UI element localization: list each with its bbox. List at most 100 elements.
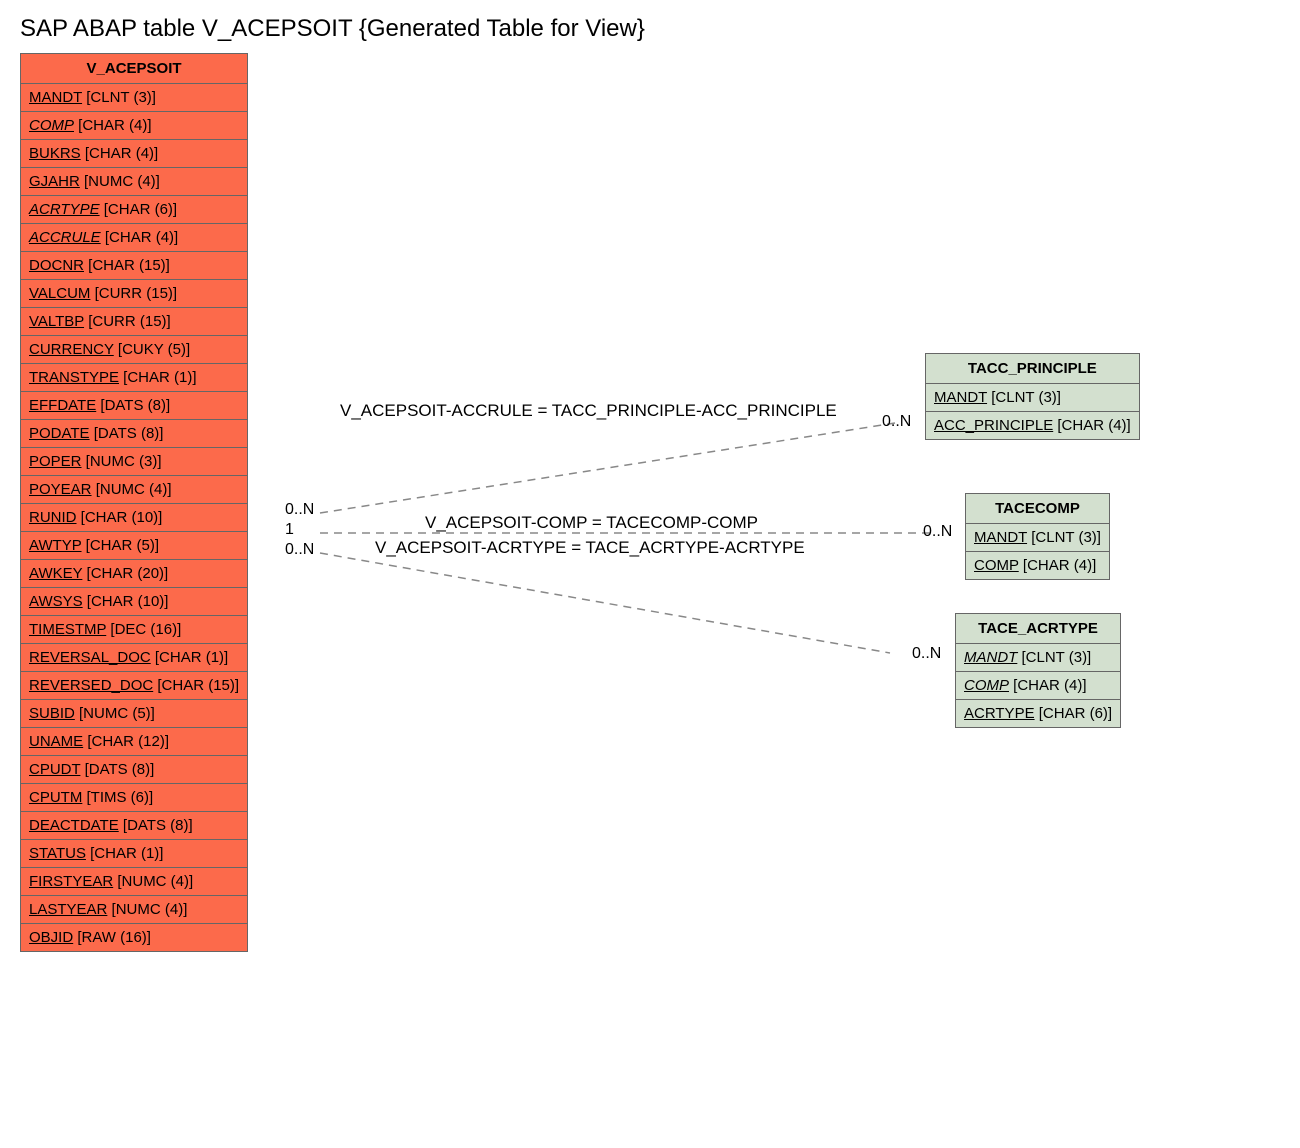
field-name: SUBID bbox=[29, 705, 75, 722]
field-row: GJAHR [NUMC (4)] bbox=[21, 168, 247, 196]
field-row: ACRTYPE [CHAR (6)] bbox=[21, 196, 247, 224]
field-type: [CLNT (3)] bbox=[1017, 649, 1091, 666]
field-type: [CHAR (4)] bbox=[81, 145, 159, 162]
cardinality-left-top: 0..N bbox=[285, 501, 314, 519]
field-type: [DATS (8)] bbox=[119, 817, 193, 834]
field-name: VALTBP bbox=[29, 313, 84, 330]
field-name: REVERSED_DOC bbox=[29, 677, 153, 694]
field-name: COMP bbox=[29, 117, 74, 134]
field-name: COMP bbox=[974, 557, 1019, 574]
field-type: [CLNT (3)] bbox=[1027, 529, 1101, 546]
entity-header: TACE_ACRTYPE bbox=[956, 614, 1120, 644]
field-name: CPUDT bbox=[29, 761, 80, 778]
page-title: SAP ABAP table V_ACEPSOIT {Generated Tab… bbox=[20, 15, 1280, 43]
field-name: AWTYP bbox=[29, 537, 82, 554]
field-type: [CLNT (3)] bbox=[82, 89, 156, 106]
field-row: POPER [NUMC (3)] bbox=[21, 448, 247, 476]
cardinality-left-mid: 1 bbox=[285, 521, 294, 539]
entity-v-acepsoit: V_ACEPSOIT MANDT [CLNT (3)]COMP [CHAR (4… bbox=[20, 53, 248, 952]
field-row: MANDT [CLNT (3)] bbox=[966, 524, 1109, 552]
field-row: DEACTDATE [DATS (8)] bbox=[21, 812, 247, 840]
field-row: SUBID [NUMC (5)] bbox=[21, 700, 247, 728]
field-type: [CHAR (1)] bbox=[151, 649, 229, 666]
entity-tace-acrtype: TACE_ACRTYPE MANDT [CLNT (3)]COMP [CHAR … bbox=[955, 613, 1121, 728]
field-row: POYEAR [NUMC (4)] bbox=[21, 476, 247, 504]
field-row: REVERSAL_DOC [CHAR (1)] bbox=[21, 644, 247, 672]
entity-header: V_ACEPSOIT bbox=[21, 54, 247, 84]
field-row: VALTBP [CURR (15)] bbox=[21, 308, 247, 336]
field-name: FIRSTYEAR bbox=[29, 873, 113, 890]
field-row: CPUDT [DATS (8)] bbox=[21, 756, 247, 784]
field-type: [CHAR (4)] bbox=[1019, 557, 1097, 574]
field-name: STATUS bbox=[29, 845, 86, 862]
field-row: AWKEY [CHAR (20)] bbox=[21, 560, 247, 588]
er-diagram: V_ACEPSOIT MANDT [CLNT (3)]COMP [CHAR (4… bbox=[20, 53, 1280, 1133]
field-name: CPUTM bbox=[29, 789, 82, 806]
entity-tacecomp: TACECOMP MANDT [CLNT (3)]COMP [CHAR (4)] bbox=[965, 493, 1110, 580]
field-name: ACC_PRINCIPLE bbox=[934, 417, 1053, 434]
field-type: [CHAR (10)] bbox=[83, 593, 169, 610]
field-type: [NUMC (5)] bbox=[75, 705, 155, 722]
field-row: VALCUM [CURR (15)] bbox=[21, 280, 247, 308]
entity-header: TACECOMP bbox=[966, 494, 1109, 524]
entity-header: TACC_PRINCIPLE bbox=[926, 354, 1139, 384]
field-type: [CHAR (12)] bbox=[83, 733, 169, 750]
field-name: PODATE bbox=[29, 425, 90, 442]
field-row: OBJID [RAW (16)] bbox=[21, 924, 247, 951]
field-name: POPER bbox=[29, 453, 82, 470]
field-name: VALCUM bbox=[29, 285, 90, 302]
field-row: ACCRULE [CHAR (4)] bbox=[21, 224, 247, 252]
field-name: CURRENCY bbox=[29, 341, 114, 358]
field-type: [CLNT (3)] bbox=[987, 389, 1061, 406]
field-name: DOCNR bbox=[29, 257, 84, 274]
field-name: AWSYS bbox=[29, 593, 83, 610]
field-name: DEACTDATE bbox=[29, 817, 119, 834]
field-type: [CHAR (6)] bbox=[100, 201, 178, 218]
field-name: MANDT bbox=[974, 529, 1027, 546]
field-type: [NUMC (4)] bbox=[92, 481, 172, 498]
field-type: [CHAR (10)] bbox=[77, 509, 163, 526]
field-type: [CHAR (1)] bbox=[86, 845, 164, 862]
field-name: ACRTYPE bbox=[964, 705, 1035, 722]
field-row: PODATE [DATS (8)] bbox=[21, 420, 247, 448]
field-name: EFFDATE bbox=[29, 397, 96, 414]
field-row: REVERSED_DOC [CHAR (15)] bbox=[21, 672, 247, 700]
cardinality-left-bot: 0..N bbox=[285, 541, 314, 559]
field-type: [NUMC (4)] bbox=[113, 873, 193, 890]
field-row: ACRTYPE [CHAR (6)] bbox=[956, 700, 1120, 727]
field-type: [CUKY (5)] bbox=[114, 341, 190, 358]
field-type: [CURR (15)] bbox=[84, 313, 171, 330]
field-type: [DATS (8)] bbox=[96, 397, 170, 414]
field-name: OBJID bbox=[29, 929, 73, 946]
field-type: [CHAR (20)] bbox=[82, 565, 168, 582]
field-row: COMP [CHAR (4)] bbox=[21, 112, 247, 140]
field-type: [NUMC (4)] bbox=[107, 901, 187, 918]
cardinality-right-3: 0..N bbox=[912, 645, 941, 663]
field-name: MANDT bbox=[964, 649, 1017, 666]
field-name: BUKRS bbox=[29, 145, 81, 162]
field-row: MANDT [CLNT (3)] bbox=[956, 644, 1120, 672]
field-name: TIMESTMP bbox=[29, 621, 106, 638]
field-row: FIRSTYEAR [NUMC (4)] bbox=[21, 868, 247, 896]
field-type: [NUMC (3)] bbox=[82, 453, 162, 470]
cardinality-right-1: 0..N bbox=[882, 413, 911, 431]
field-name: MANDT bbox=[29, 89, 82, 106]
field-row: AWSYS [CHAR (10)] bbox=[21, 588, 247, 616]
field-type: [CHAR (15)] bbox=[84, 257, 170, 274]
field-row: BUKRS [CHAR (4)] bbox=[21, 140, 247, 168]
field-name: REVERSAL_DOC bbox=[29, 649, 151, 666]
field-row: MANDT [CLNT (3)] bbox=[21, 84, 247, 112]
field-name: RUNID bbox=[29, 509, 77, 526]
field-type: [CHAR (4)] bbox=[101, 229, 179, 246]
edge-label-accrule: V_ACEPSOIT-ACCRULE = TACC_PRINCIPLE-ACC_… bbox=[340, 401, 837, 421]
field-row: COMP [CHAR (4)] bbox=[966, 552, 1109, 579]
field-row: TRANSTYPE [CHAR (1)] bbox=[21, 364, 247, 392]
edge-label-acrtype: V_ACEPSOIT-ACRTYPE = TACE_ACRTYPE-ACRTYP… bbox=[375, 538, 805, 558]
field-row: CPUTM [TIMS (6)] bbox=[21, 784, 247, 812]
field-row: UNAME [CHAR (12)] bbox=[21, 728, 247, 756]
field-name: LASTYEAR bbox=[29, 901, 107, 918]
field-type: [DATS (8)] bbox=[80, 761, 154, 778]
field-type: [CHAR (15)] bbox=[153, 677, 239, 694]
field-type: [CHAR (5)] bbox=[82, 537, 160, 554]
entity-tacc-principle: TACC_PRINCIPLE MANDT [CLNT (3)]ACC_PRINC… bbox=[925, 353, 1140, 440]
